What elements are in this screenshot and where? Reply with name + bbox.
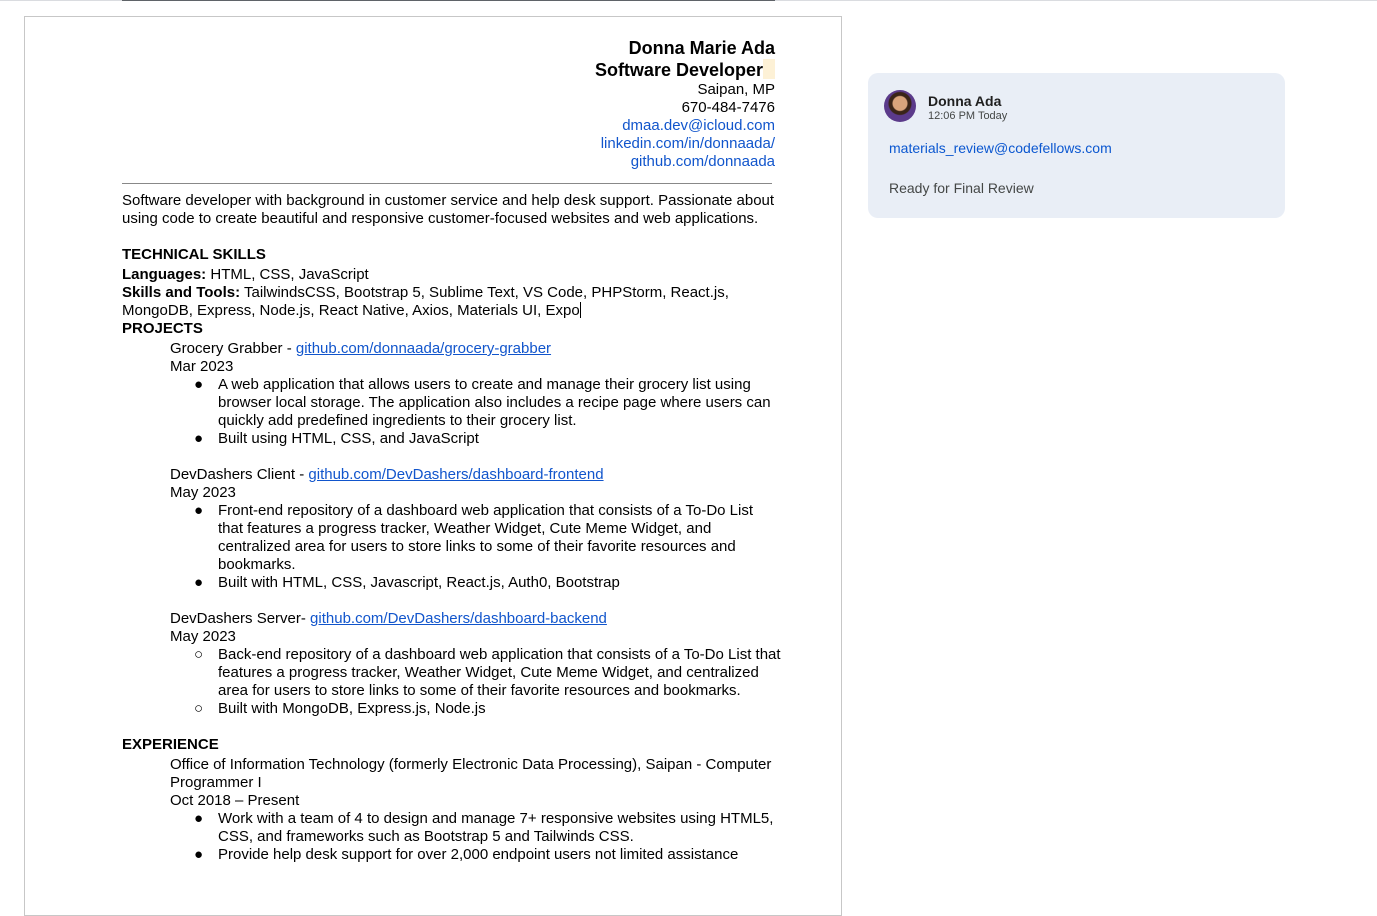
bullet-marker: ● [194,574,204,591]
project-link[interactable]: github.com/DevDashers/dashboard-frontend [308,466,603,483]
github-link[interactable]: github.com/donnaada [122,153,775,171]
document-body[interactable]: Donna Marie Ada Software Developer Saipa… [122,37,782,864]
bullet-item: ● Built with HTML, CSS, Javascript, React… [194,574,782,592]
bullet-text: Front-end repository of a dashboard web … [218,502,754,573]
project-date: May 2023 [170,484,236,501]
languages-label: Languages: [122,266,207,283]
project-bullets: ● A web application that allows users to … [122,376,782,448]
bullet-item: ● Front-end repository of a dashboard web… [194,502,782,574]
resume-title: Software Developer [122,59,775,81]
comment-time: 12:06 PM Today [928,110,1008,122]
bullet-marker: ● [194,430,204,447]
bullet-marker: ● [194,502,204,519]
experience-date: Oct 2018 – Present [170,792,300,809]
project-date: Mar 2023 [170,358,234,375]
project-bullets: ● Front-end repository of a dashboard web… [122,502,782,592]
project-link[interactable]: github.com/donnaada/grocery-grabber [296,340,551,357]
comment-text: Ready for Final Review [889,180,1034,196]
project-name: DevDashers Client - [170,466,309,483]
bullet-text: Built using HTML, CSS, and JavaScript [218,430,479,447]
bullet-item: ● A web application that allows users to … [194,376,782,430]
bullet-item: ○ Back-end repository of a dashboard web … [194,646,782,700]
tools-label: Skills and Tools: [122,284,241,301]
project-title: DevDashers Client - github.com/DevDasher… [122,466,782,484]
project-date: May 2023 [170,628,236,645]
bullet-text: A web application that allows users to c… [218,376,771,429]
experience-bullets: ● Work with a team of 4 to design and man… [122,810,782,864]
avatar [884,90,916,122]
resume-title-text: Software Developer [594,60,763,80]
comment-mention-link[interactable]: materials_review@codefellows.com [889,140,1112,156]
email-link[interactable]: dmaa.dev@icloud.com [122,117,775,135]
project-title: DevDashers Server- github.com/DevDashers… [122,610,782,628]
resume-phone: 670-484-7476 [681,99,775,116]
bullet-item: ● Work with a team of 4 to design and man… [194,810,782,846]
bullet-text: Work with a team of 4 to design and mana… [218,810,774,845]
bullet-marker: ● [194,376,204,393]
languages-line: Languages: HTML, CSS, JavaScript [122,266,782,284]
bullet-marker: ● [194,810,204,827]
bullet-item: ○ Built with MongoDB, Express.js, Node.js [194,700,782,718]
project-bullets: ○ Back-end repository of a dashboard web … [122,646,782,718]
comment-author: Donna Ada [928,93,1002,109]
project-link[interactable]: github.com/DevDashers/dashboard-backend [310,610,607,627]
tools-line: Skills and Tools: TailwindsCSS, Bootstra… [122,284,782,320]
linkedin-link[interactable]: linkedin.com/in/donnaada/ [122,135,775,153]
resume-header: Donna Marie Ada Software Developer Saipa… [122,37,775,171]
bullet-marker: ● [194,846,204,863]
bullet-marker: ○ [194,700,204,717]
text-cursor [579,302,581,318]
ruler-line [122,0,775,1]
project-name: Grocery Grabber - [170,340,296,357]
projects-heading: PROJECTS [122,320,203,337]
bullet-text: Provide help desk support for over 2,000… [218,846,739,863]
horizontal-rule [122,183,772,184]
project-title: Grocery Grabber - github.com/donnaada/gr… [122,340,782,358]
comment-card[interactable]: Donna Ada 12:06 PM Today materials_revie… [868,73,1285,218]
bullet-marker: ○ [194,646,204,663]
bullet-text: Built with MongoDB, Express.js, Node.js [218,700,486,717]
resume-location: Saipan, MP [697,81,775,98]
comment-highlight[interactable] [763,59,775,79]
bullet-item: ● Provide help desk support for over 2,00… [194,846,782,864]
project-name: DevDashers Server- [170,610,311,627]
bullet-text: Back-end repository of a dashboard web a… [218,646,781,699]
resume-name: Donna Marie Ada [628,38,775,58]
experience-heading: EXPERIENCE [122,736,219,753]
experience-org: Office of Information Technology (former… [170,756,772,791]
bullet-item: ● Built using HTML, CSS, and JavaScript [194,430,782,448]
bullet-text: Built with HTML, CSS, Javascript, React.… [218,574,620,591]
skills-heading: TECHNICAL SKILLS [122,246,266,263]
languages-value: HTML, CSS, JavaScript [206,266,369,283]
summary: Software developer with background in cu… [122,192,775,227]
